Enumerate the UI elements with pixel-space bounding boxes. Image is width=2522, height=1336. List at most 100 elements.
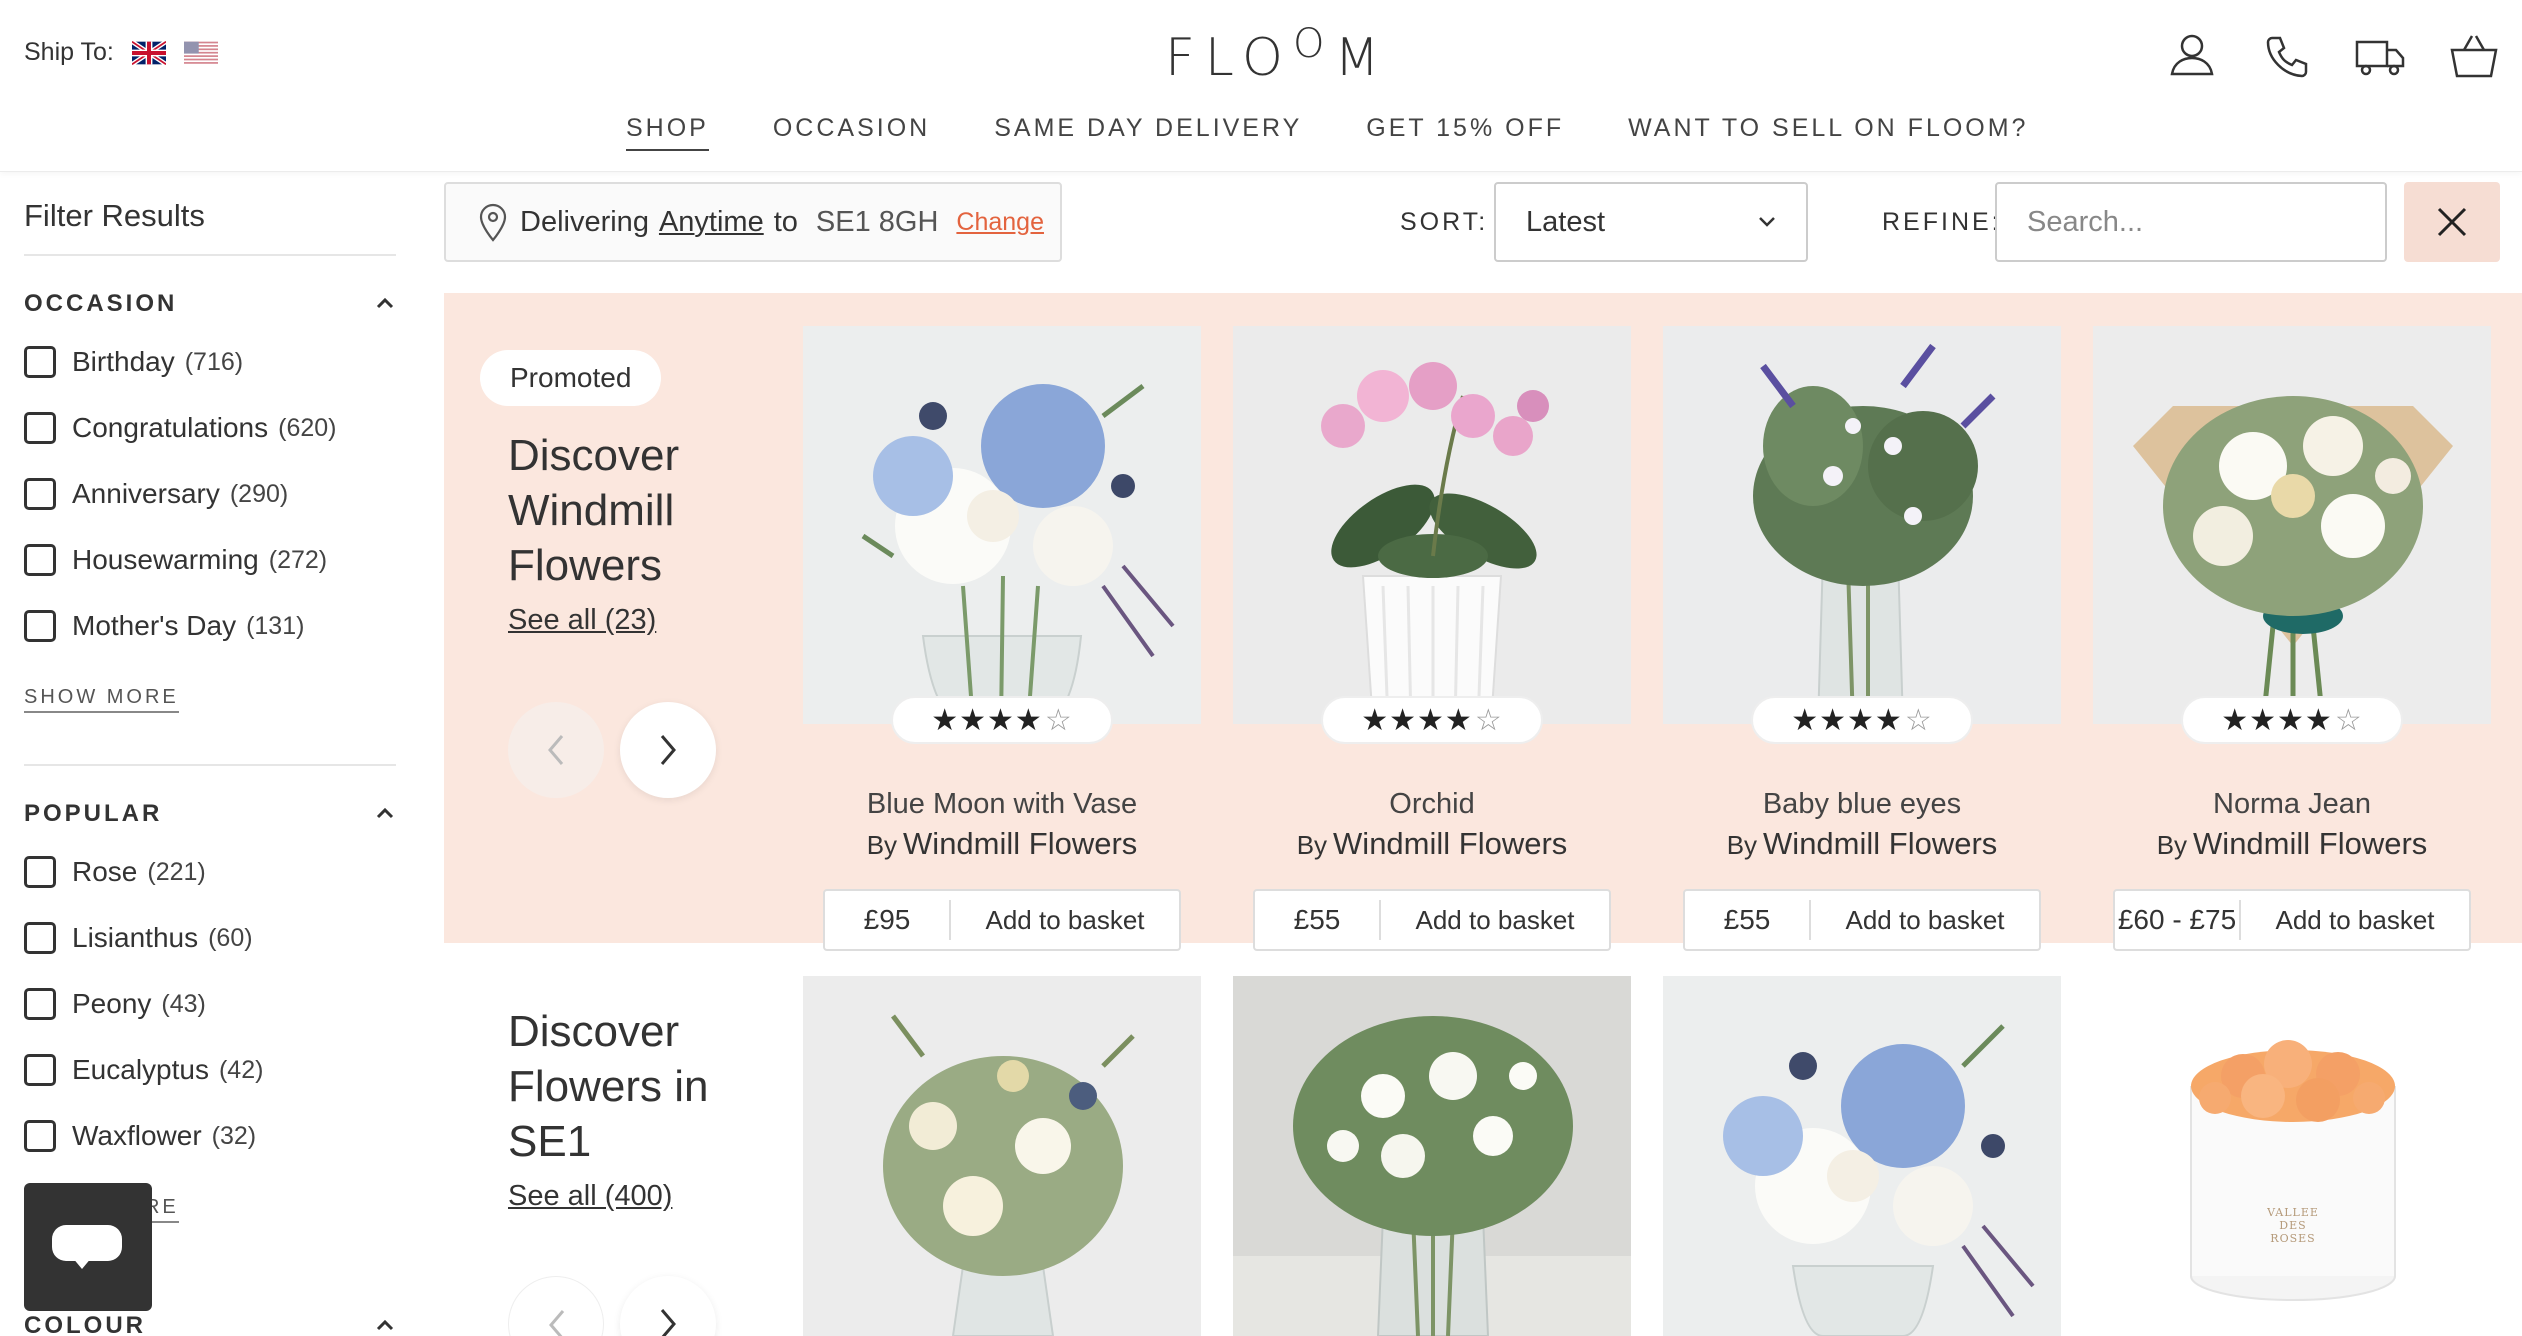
colour-heading[interactable]: COLOUR	[24, 1312, 396, 1336]
nav-occasion[interactable]: OCCASION	[773, 114, 930, 151]
carousel-prev-button[interactable]	[508, 702, 604, 798]
filter-option-housewarming[interactable]: Housewarming (272)	[24, 544, 327, 576]
product-image[interactable]	[1663, 976, 2061, 1336]
chevron-up-icon[interactable]	[374, 292, 396, 314]
uk-flag-icon[interactable]	[131, 40, 166, 65]
product-image[interactable]	[1663, 326, 2061, 724]
checkbox[interactable]	[24, 610, 56, 642]
account-icon[interactable]	[2166, 30, 2218, 82]
by-label: By	[2156, 830, 2188, 860]
product-name[interactable]: Norma Jean	[2093, 788, 2491, 821]
chevron-up-icon[interactable]	[374, 1314, 396, 1336]
refine-search-input[interactable]	[1995, 182, 2387, 262]
checkbox[interactable]	[24, 988, 56, 1020]
refine-label: REFINE:	[1882, 208, 2002, 236]
filter-option-anniversary[interactable]: Anniversary (290)	[24, 478, 288, 510]
add-to-basket-button[interactable]: £95 Add to basket	[823, 889, 1181, 951]
product-price: £55	[1685, 900, 1811, 940]
add-to-basket-button[interactable]: £60 - £75 Add to basket	[2113, 889, 2471, 951]
product-name[interactable]: Blue Moon with Vase	[803, 788, 1201, 821]
floom-logo[interactable]: FLOOM	[1165, 21, 1389, 88]
product-card[interactable]: VALLEE DES ROSES	[2093, 976, 2491, 1336]
product-image[interactable]	[2093, 326, 2491, 724]
clear-filters-button[interactable]	[2404, 182, 2500, 262]
occasion-heading[interactable]: OCCASION	[24, 290, 396, 318]
product-image[interactable]	[803, 326, 1201, 724]
checkbox[interactable]	[24, 412, 56, 444]
product-card[interactable]	[803, 976, 1201, 1336]
product-vendor[interactable]: By Windmill Flowers	[1233, 826, 1631, 862]
product-image[interactable]: VALLEE DES ROSES	[2093, 976, 2491, 1336]
carousel-next-button[interactable]	[620, 1276, 716, 1336]
delivery-time-link[interactable]: Anytime	[659, 206, 764, 239]
chat-widget-button[interactable]	[24, 1183, 152, 1311]
filter-option-waxflower[interactable]: Waxflower (32)	[24, 1120, 256, 1152]
add-to-basket-label: Add to basket	[1415, 904, 1575, 935]
star-rating: ★★★★ ☆	[1321, 696, 1543, 744]
filter-option-eucalyptus[interactable]: Eucalyptus (42)	[24, 1054, 263, 1086]
divider	[24, 764, 396, 766]
main-nav: SHOP OCCASION SAME DAY DELIVERY GET 15% …	[626, 114, 2028, 151]
by-label: By	[866, 830, 898, 860]
carousel-prev-button[interactable]	[508, 1276, 604, 1336]
chevron-up-icon[interactable]	[374, 802, 396, 824]
product-name[interactable]: Baby blue eyes	[1663, 788, 2061, 821]
product-vendor[interactable]: By Windmill Flowers	[2093, 826, 2491, 862]
checkbox[interactable]	[24, 544, 56, 576]
local-see-all-link[interactable]: See all (400)	[508, 1180, 672, 1213]
occasion-heading-label: OCCASION	[24, 290, 178, 317]
nav-sell-on-floom[interactable]: WANT TO SELL ON FLOOM?	[1628, 114, 2028, 151]
chat-bubble-icon	[52, 1225, 122, 1261]
option-count: (620)	[278, 413, 337, 442]
product-image[interactable]	[1233, 976, 1631, 1336]
nav-shop[interactable]: SHOP	[626, 114, 709, 151]
vendor-name: Windmill Flowers	[2193, 826, 2428, 861]
filter-option-peony[interactable]: Peony (43)	[24, 988, 206, 1020]
sort-label: SORT:	[1400, 208, 1489, 236]
add-to-basket-button[interactable]: £55 Add to basket	[1683, 889, 2041, 951]
filter-option-lisianthus[interactable]: Lisianthus (60)	[24, 922, 253, 954]
option-label: Eucalyptus	[72, 1054, 209, 1085]
product-vendor[interactable]: By Windmill Flowers	[1663, 826, 2061, 862]
option-label: Lisianthus	[72, 922, 199, 953]
occasion-show-more-link[interactable]: SHOW MORE	[24, 686, 179, 713]
checkbox[interactable]	[24, 346, 56, 378]
nav-same-day-delivery[interactable]: SAME DAY DELIVERY	[994, 114, 1302, 151]
checkbox[interactable]	[24, 1054, 56, 1086]
chat-bubble-tail	[72, 1257, 92, 1269]
add-to-basket-button[interactable]: £55 Add to basket	[1253, 889, 1611, 951]
option-label: Waxflower	[72, 1120, 202, 1151]
basket-icon[interactable]	[2448, 30, 2500, 82]
checkbox[interactable]	[24, 922, 56, 954]
nav-get-15-off[interactable]: GET 15% OFF	[1366, 114, 1564, 151]
option-count: (221)	[147, 857, 206, 886]
product-name[interactable]: Orchid	[1233, 788, 1631, 821]
promo-see-all-link[interactable]: See all (23)	[508, 604, 656, 637]
product-vendor[interactable]: By Windmill Flowers	[803, 826, 1201, 862]
product-image[interactable]	[1233, 326, 1631, 724]
product-image[interactable]	[803, 976, 1201, 1336]
checkbox[interactable]	[24, 1120, 56, 1152]
checkbox[interactable]	[24, 478, 56, 510]
change-postcode-link[interactable]: Change	[956, 208, 1044, 237]
product-card[interactable]	[1663, 976, 2061, 1336]
phone-icon[interactable]	[2260, 30, 2312, 82]
popular-heading[interactable]: POPULAR	[24, 800, 396, 828]
vendor-name: Windmill Flowers	[1763, 826, 1998, 861]
star-rating: ★★★★ ☆	[2181, 696, 2403, 744]
postcode: SE1 8GH	[815, 205, 939, 238]
sort-value: Latest	[1526, 205, 1605, 238]
sort-select[interactable]: Latest	[1494, 182, 1808, 262]
box-label: VALLEE DES ROSES	[2267, 1206, 2319, 1245]
filter-option-birthday[interactable]: Birthday (716)	[24, 346, 243, 378]
filter-option-congratulations[interactable]: Congratulations (620)	[24, 412, 337, 444]
delivery-truck-icon[interactable]	[2354, 30, 2406, 82]
filter-option-rose[interactable]: Rose (221)	[24, 856, 206, 888]
carousel-next-button[interactable]	[620, 702, 716, 798]
filter-sidebar: Filter Results OCCASION Birthday (716) Co…	[24, 172, 396, 1336]
product-card[interactable]	[1233, 976, 1631, 1336]
filter-option-mothers-day[interactable]: Mother's Day (131)	[24, 610, 304, 642]
option-label: Housewarming	[72, 544, 259, 575]
us-flag-icon[interactable]	[183, 41, 218, 65]
checkbox[interactable]	[24, 856, 56, 888]
